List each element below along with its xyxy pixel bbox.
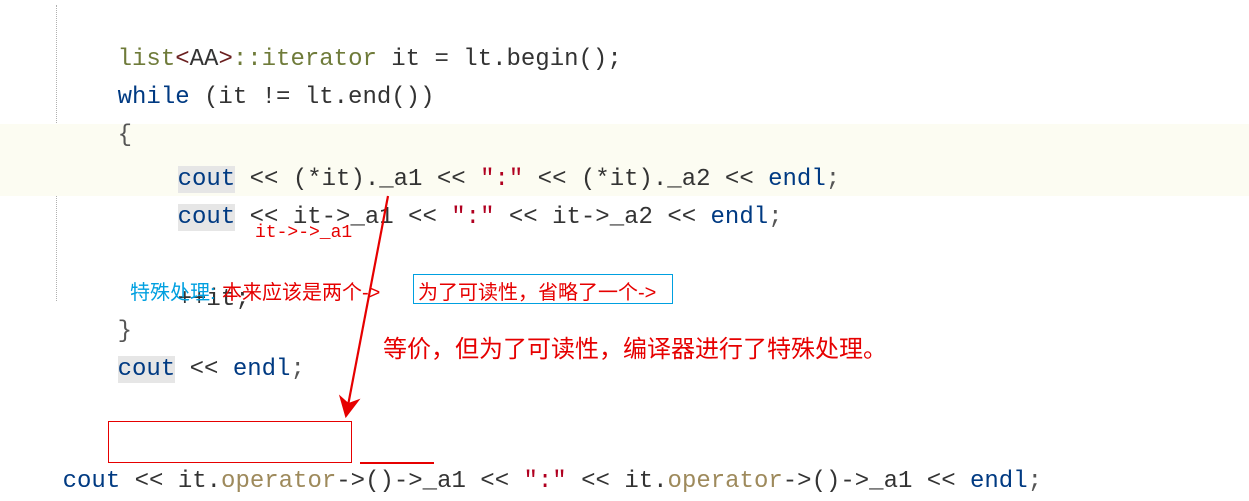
token-expr2: << it->_a2 <<: [494, 204, 710, 231]
red-underline-member: [360, 462, 434, 464]
token-assign: =: [434, 46, 463, 73]
token-it-dot2: it.: [624, 468, 667, 495]
token-operator-kw: operator: [221, 468, 336, 495]
page: list<AA>::iterator it = lt.begin(); whil…: [0, 0, 1249, 501]
token-it-dot: it.: [178, 468, 221, 495]
token-cond: (it != lt.end()): [190, 84, 435, 111]
token-shift4: <<: [912, 468, 970, 495]
token-lt-begin: lt.begin();: [463, 46, 621, 73]
annotation-tiny-arrow-arrow: it->->_a1: [255, 220, 352, 247]
token-arrow-call: ->(): [336, 468, 394, 495]
annotation-red-note-left: 本来应该是两个->: [222, 278, 380, 308]
token-cout: cout: [178, 204, 236, 231]
annotation-big-red: 等价，但为了可读性，编译器进行了特殊处理。: [383, 332, 887, 368]
token-endl: endl: [711, 204, 769, 231]
token-endl: endl: [233, 356, 291, 383]
annotation-cyan-label: 特殊处理:: [130, 278, 216, 308]
token-semi: ;: [768, 204, 782, 231]
token-member2: ->_a1: [840, 468, 912, 495]
token-string: ":": [524, 468, 567, 495]
token-shift2: <<: [466, 468, 524, 495]
token-shift: <<: [120, 468, 178, 495]
token-shift3: <<: [567, 468, 625, 495]
token-endl: endl: [970, 468, 1028, 495]
token-cout: cout: [118, 356, 176, 383]
token-semi: ;: [826, 166, 840, 193]
token-member: ->_a1: [394, 468, 466, 495]
token-string: ":": [451, 204, 494, 231]
code-line-8: cout << endl;: [60, 316, 305, 424]
token-operator-kw2: operator: [668, 468, 783, 495]
token-shift: <<: [175, 356, 233, 383]
token-semi: ;: [290, 356, 304, 383]
red-highlight-box-operator: [108, 421, 352, 463]
token-semi: ;: [1028, 468, 1042, 495]
cyan-highlight-box: [413, 274, 673, 304]
token-cout: cout: [63, 468, 121, 495]
token-arrow-call2: ->(): [783, 468, 841, 495]
